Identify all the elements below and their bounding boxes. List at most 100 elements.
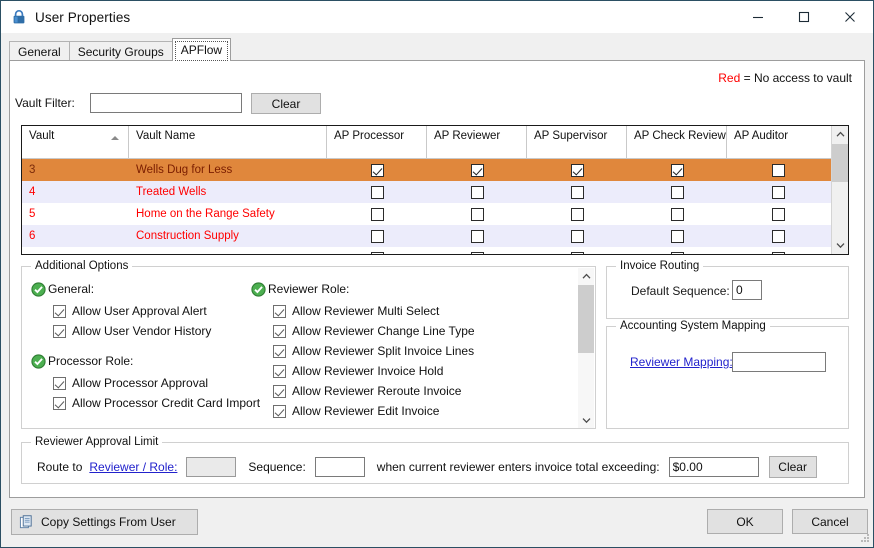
grid-vertical-scrollbar[interactable] (831, 126, 848, 254)
grid-header-ap-check-review[interactable]: AP Check Review (627, 126, 727, 158)
checkbox-icon[interactable] (370, 251, 384, 254)
checkbox-icon[interactable] (570, 229, 584, 243)
option-allow-reviewer-edit-invoice[interactable]: Allow Reviewer Edit Invoice (273, 401, 571, 421)
clear-filter-button[interactable]: Clear (251, 93, 321, 114)
reviewer-mapping-input[interactable] (732, 352, 826, 372)
grid-header-ap-reviewer[interactable]: AP Reviewer (427, 126, 527, 158)
checkbox-icon[interactable] (570, 207, 584, 221)
option-allow-reviewer-split-invoice-lines[interactable]: Allow Reviewer Split Invoice Lines (273, 341, 571, 361)
grid-header-ap-auditor[interactable]: AP Auditor (727, 126, 830, 158)
cell-permission-checkbox[interactable] (627, 247, 727, 254)
option-allow-reviewer-multi-select[interactable]: Allow Reviewer Multi Select (273, 301, 571, 321)
tab-security-groups[interactable]: Security Groups (68, 41, 173, 61)
tab-apflow[interactable]: APFlow (171, 38, 232, 61)
grid-header-ap-processor[interactable]: AP Processor (327, 126, 427, 158)
checkbox-icon[interactable] (670, 229, 684, 243)
checkbox-icon[interactable] (570, 163, 584, 177)
cell-permission-checkbox[interactable] (727, 247, 830, 254)
cell-permission-checkbox[interactable] (527, 203, 627, 225)
checkbox-icon[interactable] (273, 304, 286, 318)
cell-permission-checkbox[interactable] (527, 181, 627, 203)
grid-header-ap-supervisor[interactable]: AP Supervisor (527, 126, 627, 158)
cell-permission-checkbox[interactable] (727, 203, 830, 225)
cell-permission-checkbox[interactable] (727, 159, 830, 181)
cell-permission-checkbox[interactable] (427, 225, 527, 247)
cell-permission-checkbox[interactable] (627, 203, 727, 225)
checkbox-icon[interactable] (53, 324, 66, 338)
grid-scrollbar-thumb[interactable] (832, 144, 848, 182)
table-row[interactable]: 4 Treated Wells (22, 181, 848, 203)
checkbox-icon[interactable] (53, 304, 66, 318)
table-row[interactable]: 6 Construction Supply (22, 225, 848, 247)
checkbox-icon[interactable] (370, 163, 384, 177)
grid-header-vault-name[interactable]: Vault Name (129, 126, 327, 158)
checkbox-icon[interactable] (670, 207, 684, 221)
cell-permission-checkbox[interactable] (327, 225, 427, 247)
clear-approval-limit-button[interactable]: Clear (768, 456, 817, 478)
vault-filter-input[interactable] (90, 93, 242, 113)
cell-permission-checkbox[interactable] (627, 159, 727, 181)
resize-grip-icon[interactable] (858, 532, 870, 544)
cell-permission-checkbox[interactable] (527, 247, 627, 254)
checkbox-icon[interactable] (273, 384, 286, 398)
additional-options-scrollbar[interactable] (578, 268, 594, 428)
checkbox-icon[interactable] (470, 185, 484, 199)
cell-permission-checkbox[interactable] (427, 181, 527, 203)
amount-input[interactable] (668, 457, 759, 477)
minimize-button[interactable] (735, 1, 781, 33)
cell-permission-checkbox[interactable] (727, 181, 830, 203)
cell-permission-checkbox[interactable] (627, 225, 727, 247)
cell-permission-checkbox[interactable] (427, 247, 527, 254)
checkbox-icon[interactable] (570, 251, 584, 254)
checkbox-icon[interactable] (370, 185, 384, 199)
cell-permission-checkbox[interactable] (327, 159, 427, 181)
checkbox-icon[interactable] (470, 229, 484, 243)
cell-permission-checkbox[interactable] (527, 159, 627, 181)
scroll-up-icon[interactable] (832, 126, 848, 143)
checkbox-icon[interactable] (772, 163, 785, 177)
cell-permission-checkbox[interactable] (727, 225, 830, 247)
option-allow-reviewer-invoice-hold[interactable]: Allow Reviewer Invoice Hold (273, 361, 571, 381)
option-allow-reviewer-reroute-invoice[interactable]: Allow Reviewer Reroute Invoice (273, 381, 571, 401)
checkbox-icon[interactable] (53, 376, 66, 390)
ok-button[interactable]: OK (707, 509, 783, 534)
reviewer-role-link[interactable]: Reviewer / Role: (89, 460, 177, 474)
table-row[interactable] (22, 247, 848, 254)
reviewer-mapping-link[interactable]: Reviewer Mapping: (630, 355, 733, 369)
checkbox-icon[interactable] (53, 396, 66, 410)
maximize-button[interactable] (781, 1, 827, 33)
checkbox-icon[interactable] (273, 404, 286, 418)
cell-permission-checkbox[interactable] (327, 203, 427, 225)
cancel-button[interactable]: Cancel (792, 509, 868, 534)
reviewer-role-input[interactable] (186, 457, 237, 477)
scroll-down-icon[interactable] (832, 237, 848, 254)
additional-options-scrollbar-thumb[interactable] (578, 285, 594, 353)
scroll-up-icon[interactable] (578, 268, 594, 284)
scroll-down-icon[interactable] (578, 412, 594, 428)
table-row[interactable]: 5 Home on the Range Safety (22, 203, 848, 225)
checkbox-icon[interactable] (670, 251, 684, 254)
tab-general[interactable]: General (9, 41, 70, 61)
checkbox-icon[interactable] (370, 207, 384, 221)
checkbox-icon[interactable] (470, 207, 484, 221)
checkbox-icon[interactable] (772, 207, 785, 221)
checkbox-icon[interactable] (570, 185, 584, 199)
checkbox-icon[interactable] (370, 229, 384, 243)
grid-header-vault[interactable]: Vault (22, 126, 129, 158)
cell-permission-checkbox[interactable] (327, 181, 427, 203)
copy-settings-from-user-button[interactable]: Copy Settings From User (11, 509, 198, 535)
checkbox-icon[interactable] (273, 364, 286, 378)
checkbox-icon[interactable] (670, 163, 684, 177)
checkbox-icon[interactable] (772, 185, 785, 199)
cell-permission-checkbox[interactable] (627, 181, 727, 203)
checkbox-icon[interactable] (772, 229, 785, 243)
cell-permission-checkbox[interactable] (427, 203, 527, 225)
checkbox-icon[interactable] (470, 251, 484, 254)
cell-permission-checkbox[interactable] (327, 247, 427, 254)
cell-permission-checkbox[interactable] (427, 159, 527, 181)
checkbox-icon[interactable] (470, 163, 484, 177)
sequence-input[interactable] (314, 457, 365, 477)
checkbox-icon[interactable] (273, 344, 286, 358)
close-button[interactable] (827, 1, 873, 33)
checkbox-icon[interactable] (273, 324, 286, 338)
